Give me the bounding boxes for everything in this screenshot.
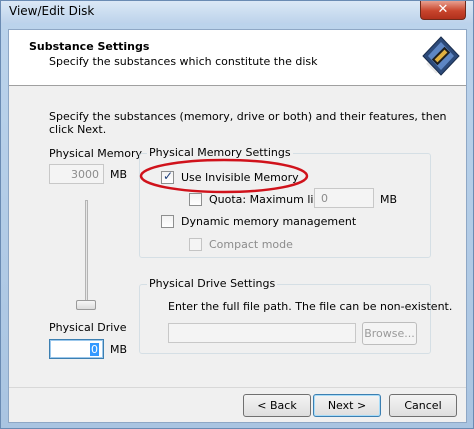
close-icon: ✕ [437,2,449,17]
drive-path-input[interactable] [168,323,356,343]
view-edit-disk-window: View/Edit Disk ✕ Substance Settings Spec… [0,0,474,429]
header-subtitle: Specify the substances which constitute … [49,55,318,68]
back-button[interactable]: < Back [243,394,311,417]
window-title: View/Edit Disk [9,4,95,18]
dynamic-memory-label[interactable]: Dynamic memory management [181,215,356,228]
title-bar[interactable]: View/Edit Disk ✕ [1,1,473,23]
physical-drive-label: Physical Drive [49,321,127,334]
header-title: Substance Settings [29,40,150,53]
next-button-label: Next > [327,399,367,412]
memory-unit-label: MB [110,168,128,181]
dialog-client-area: Substance Settings Specify the substance… [8,29,467,423]
physical-memory-input[interactable]: 3000 [49,164,104,184]
physical-memory-label: Physical Memory [49,147,142,160]
compact-mode-label[interactable]: Compact mode [209,238,293,251]
memory-slider-track[interactable] [85,200,88,308]
physical-memory-value: 3000 [71,168,99,181]
cancel-button-label: Cancel [404,399,442,412]
footer-separator [9,387,466,388]
memory-slider-thumb[interactable] [76,300,96,310]
drive-unit-label: MB [110,343,128,356]
quota-input[interactable]: 0 [314,188,374,208]
physical-drive-value: 0 [90,343,99,356]
memory-chip-icon [422,36,460,76]
physical-drive-input[interactable]: 0 [49,339,104,359]
cancel-button[interactable]: Cancel [389,394,457,417]
back-button-label: < Back [257,399,297,412]
instruction-text: Specify the substances (memory, drive or… [49,110,447,136]
compact-mode-checkbox[interactable] [189,238,202,251]
quota-unit-label: MB [380,193,398,206]
close-button[interactable]: ✕ [420,1,466,20]
wizard-header: Substance Settings Specify the substance… [9,30,466,86]
quota-value: 0 [321,192,328,205]
browse-button[interactable]: Browse... [362,322,417,345]
dynamic-memory-checkbox[interactable] [161,215,174,228]
drive-settings-group-label: Physical Drive Settings [147,277,278,290]
annotation-highlight-ring [139,158,309,194]
next-button[interactable]: Next > [313,394,381,417]
drive-path-instruction: Enter the full file path. The file can b… [168,300,453,313]
